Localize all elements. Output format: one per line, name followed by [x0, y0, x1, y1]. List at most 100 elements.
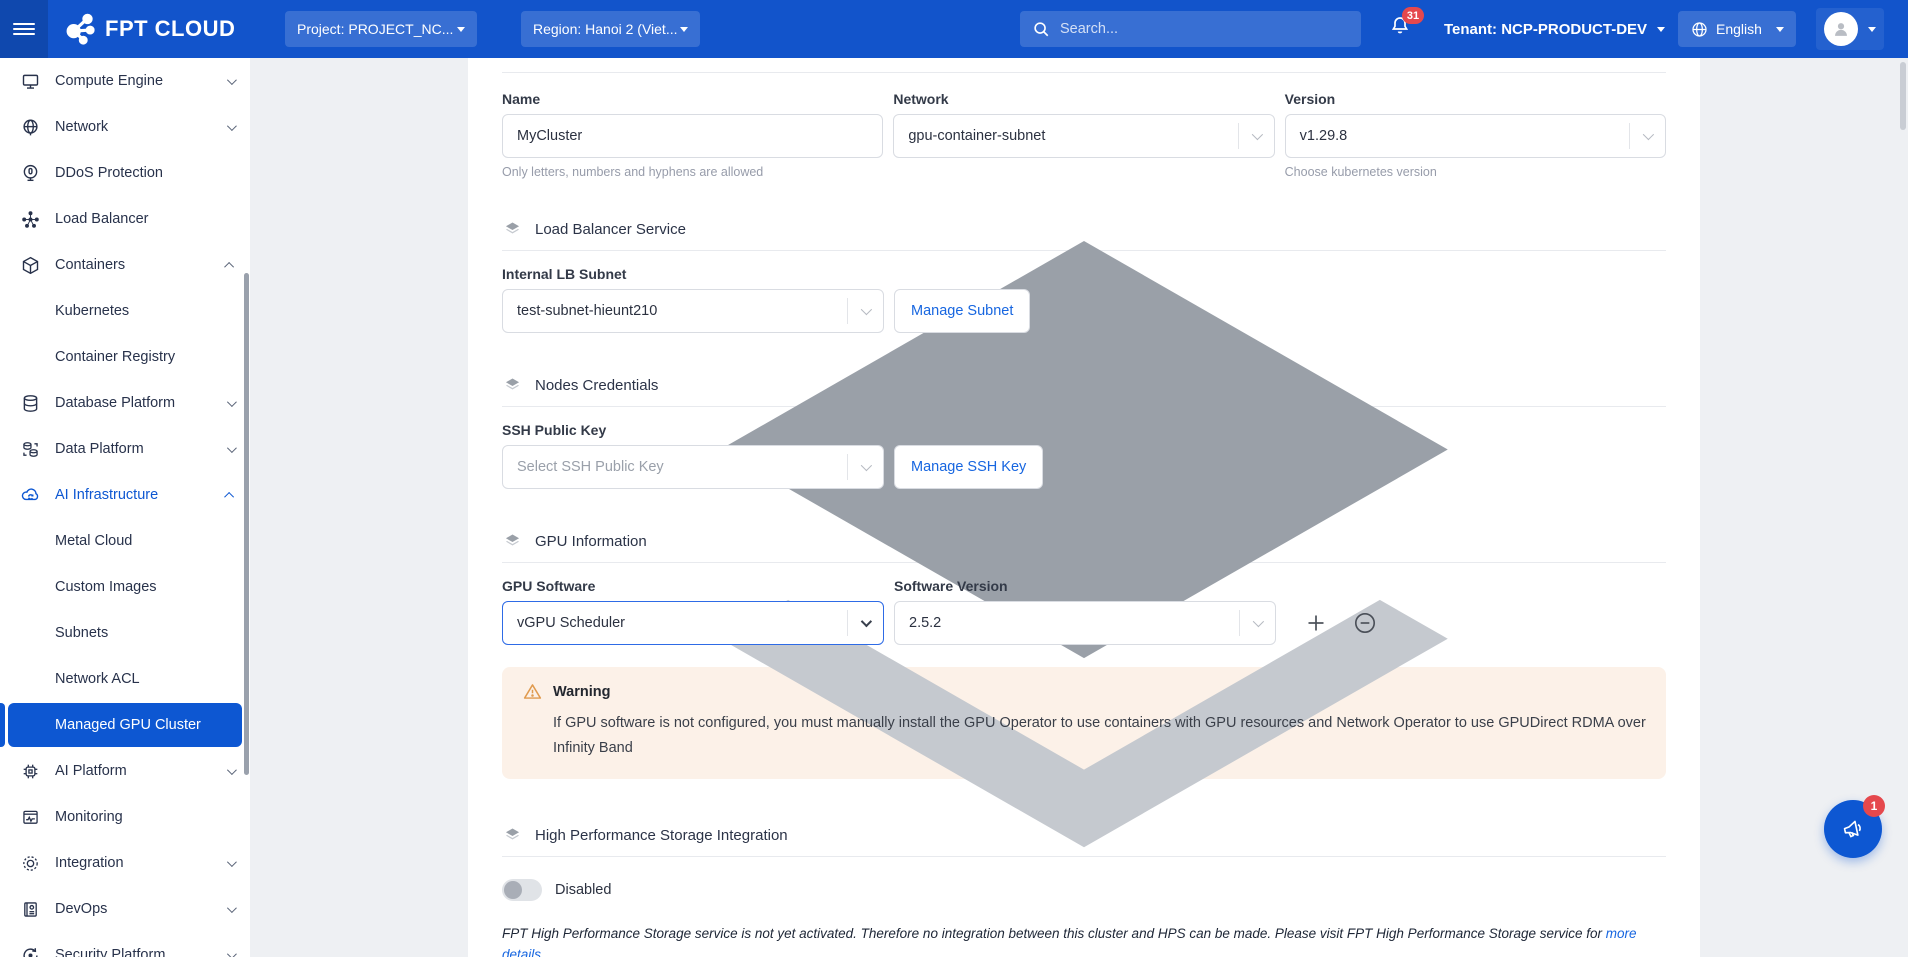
- remove-gpu-software-button[interactable]: [1352, 610, 1378, 636]
- sidebar-item-managed-gpu-cluster[interactable]: Managed GPU Cluster: [8, 703, 242, 747]
- tenant-selector[interactable]: Tenant: NCP-PRODUCT-DEV: [1444, 0, 1665, 58]
- sidebar-scrollbar[interactable]: [244, 273, 249, 775]
- search-input[interactable]: [1060, 21, 1349, 37]
- caret-down-icon: [1776, 27, 1784, 32]
- chevron-down-icon: [227, 397, 237, 407]
- sidebar-item-container-registry[interactable]: Container Registry: [0, 334, 250, 380]
- manage-subnet-button[interactable]: Manage Subnet: [894, 289, 1030, 333]
- caret-down-icon: [1868, 27, 1876, 32]
- sidebar-item-label: Custom Images: [55, 579, 157, 595]
- notifications-button[interactable]: 31: [1388, 14, 1422, 48]
- sidebar-item-label: Metal Cloud: [55, 533, 132, 549]
- menu-icon[interactable]: [0, 0, 48, 58]
- cut-section-header: [502, 58, 1666, 68]
- ssh-public-key-placeholder: Select SSH Public Key: [517, 459, 664, 475]
- sidebar-item-devops[interactable]: DevOps: [0, 886, 250, 932]
- chevron-down-icon: [227, 765, 237, 775]
- language-selector[interactable]: English: [1678, 11, 1796, 47]
- sidebar-item-ai-platform[interactable]: AI Platform: [0, 748, 250, 794]
- version-label: Version: [1285, 91, 1666, 107]
- region-selector[interactable]: Region: Hanoi 2 (Viet...: [521, 11, 700, 47]
- chevron-down-icon: [227, 949, 237, 957]
- software-version-value: 2.5.2: [909, 615, 941, 631]
- version-helper-text: Choose kubernetes version: [1285, 165, 1666, 179]
- minus-circle-icon: [1352, 610, 1378, 636]
- fpt-logo-icon: [62, 12, 96, 46]
- project-label: Project: PROJECT_NC...: [297, 21, 453, 37]
- gpu-software-select[interactable]: vGPU Scheduler: [502, 601, 884, 645]
- select-suffix: [847, 290, 883, 332]
- load-balancer-icon: [20, 209, 41, 230]
- sidebar-item-ai-infrastructure[interactable]: AI Infrastructure: [0, 472, 250, 518]
- chevron-down-icon: [861, 304, 872, 315]
- version-select[interactable]: v1.29.8: [1285, 114, 1666, 158]
- select-suffix: [847, 602, 883, 644]
- sidebar-item-database-platform[interactable]: Database Platform: [0, 380, 250, 426]
- add-gpu-software-button[interactable]: [1304, 611, 1328, 635]
- data-platform-icon: [20, 439, 41, 460]
- chevron-down-icon: [1251, 129, 1262, 140]
- sidebar-item-compute-engine[interactable]: Compute Engine: [0, 58, 250, 104]
- cluster-basic-fields: Name MyCluster Only letters, numbers and…: [502, 91, 1666, 179]
- devops-icon: [20, 899, 41, 920]
- app-root: FPT CLOUD Project: PROJECT_NC... Region:…: [0, 0, 1908, 957]
- brand-logo: FPT CLOUD: [62, 0, 235, 58]
- account-menu[interactable]: [1816, 8, 1884, 50]
- cube-icon: [20, 255, 41, 276]
- internal-lb-subnet-select[interactable]: test-subnet-hieunt210: [502, 289, 884, 333]
- sidebar-item-custom-images[interactable]: Custom Images: [0, 564, 250, 610]
- sidebar-item-label: Monitoring: [55, 809, 123, 825]
- sidebar-item-data-platform[interactable]: Data Platform: [0, 426, 250, 472]
- sidebar-item-label: Integration: [55, 855, 124, 871]
- layers-icon: [502, 825, 523, 846]
- caret-down-icon: [1657, 27, 1665, 32]
- chevron-up-icon: [224, 491, 234, 501]
- sidebar-item-network-acl[interactable]: Network ACL: [0, 656, 250, 702]
- sidebar-item-security-platform[interactable]: Security Platform: [0, 932, 250, 957]
- sidebar-item-label: AI Platform: [55, 763, 127, 779]
- announcements-button[interactable]: 1: [1824, 800, 1882, 858]
- software-version-label: Software Version: [894, 578, 1008, 594]
- sidebar-item-label: Security Platform: [55, 947, 165, 957]
- sidebar-item-label: Kubernetes: [55, 303, 129, 319]
- select-suffix: [847, 446, 883, 488]
- sidebar-item-containers[interactable]: Containers: [0, 242, 250, 288]
- sidebar-item-network[interactable]: Network: [0, 104, 250, 150]
- sidebar-item-ddos-protection[interactable]: DDoS Protection: [0, 150, 250, 196]
- chevron-down-icon: [227, 121, 237, 131]
- sidebar-item-integration[interactable]: Integration: [0, 840, 250, 886]
- project-selector[interactable]: Project: PROJECT_NC...: [285, 11, 477, 47]
- software-version-select[interactable]: 2.5.2: [894, 601, 1276, 645]
- sidebar-item-label: Subnets: [55, 625, 108, 641]
- gpu-software-label: GPU Software: [502, 578, 884, 594]
- network-select[interactable]: gpu-container-subnet: [893, 114, 1274, 158]
- sidebar-item-label: Database Platform: [55, 395, 175, 411]
- hps-notice-prefix: FPT High Performance Storage service is …: [502, 926, 1606, 941]
- sidebar-item-metal-cloud[interactable]: Metal Cloud: [0, 518, 250, 564]
- main-area: Name MyCluster Only letters, numbers and…: [250, 58, 1908, 957]
- monitoring-icon: [20, 807, 41, 828]
- select-suffix: [1239, 602, 1275, 644]
- create-cluster-form: Name MyCluster Only letters, numbers and…: [468, 58, 1700, 957]
- sidebar-item-monitoring[interactable]: Monitoring: [0, 794, 250, 840]
- manage-ssh-key-button[interactable]: Manage SSH Key: [894, 445, 1043, 489]
- sidebar-item-label: Container Registry: [55, 349, 175, 365]
- chevron-up-icon: [224, 261, 234, 271]
- search-icon: [1032, 20, 1050, 38]
- hps-toggle-label: Disabled: [555, 882, 611, 898]
- sidebar-item-load-balancer[interactable]: Load Balancer: [0, 196, 250, 242]
- version-value: v1.29.8: [1300, 128, 1348, 144]
- sidebar-item-subnets[interactable]: Subnets: [0, 610, 250, 656]
- ssh-public-key-select[interactable]: Select SSH Public Key: [502, 445, 884, 489]
- chevron-down-icon: [227, 75, 237, 85]
- hps-toggle[interactable]: [502, 879, 542, 901]
- layers-icon: [502, 219, 523, 240]
- sidebar-item-kubernetes[interactable]: Kubernetes: [0, 288, 250, 334]
- network-label: Network: [893, 91, 1274, 107]
- active-item-accent: [0, 703, 5, 747]
- database-icon: [20, 393, 41, 414]
- layers-icon: [502, 58, 1666, 957]
- sidebar-item-label: Data Platform: [55, 441, 144, 457]
- page-scrollbar[interactable]: [1900, 62, 1906, 130]
- cluster-name-input[interactable]: MyCluster: [502, 114, 883, 158]
